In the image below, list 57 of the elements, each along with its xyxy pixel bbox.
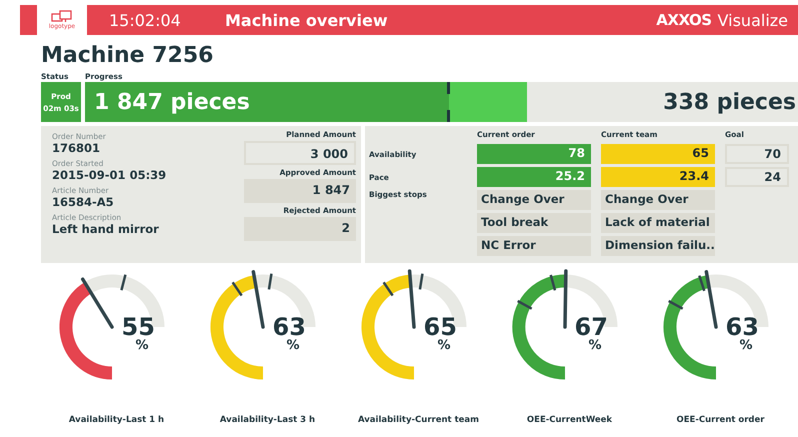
- gauge-label: Availability-Current team: [358, 415, 479, 425]
- amount-value: 3 000: [244, 141, 356, 165]
- goal-value: 24: [725, 167, 789, 187]
- field-value: Left hand mirror: [52, 222, 160, 236]
- gauge-value: 65: [424, 315, 457, 339]
- gauge-value: 63: [272, 315, 306, 339]
- field-value: 16584-A5: [52, 195, 115, 209]
- stop-reason: Dimension failu..: [601, 236, 715, 256]
- stop-reason: Change Over: [477, 190, 591, 210]
- gauge-needle: [80, 278, 114, 329]
- gauge-tick: [382, 282, 394, 296]
- gauge-needle: [407, 269, 416, 329]
- amount-value: 1 847: [244, 179, 356, 203]
- gauge-tick: [418, 273, 424, 290]
- kpi-value: 78: [477, 144, 591, 164]
- field-value: 176801: [52, 141, 102, 155]
- gauge-needle: [562, 269, 568, 329]
- gauge-label: OEE-CurrentWeek: [526, 415, 612, 425]
- gauge-value: 63: [726, 315, 759, 339]
- stop-reason: NC Error: [477, 236, 591, 256]
- gauge-value: 67: [574, 315, 608, 339]
- machine-title: Machine 7256: [41, 43, 214, 68]
- goal-value: 70: [725, 144, 789, 164]
- gauge-tick: [549, 274, 556, 291]
- gauge-tick: [231, 282, 242, 296]
- brand-name: AXXOS: [656, 11, 712, 29]
- stop-reason: Tool break: [477, 213, 591, 233]
- gauge-unit: %: [136, 339, 149, 352]
- gauge-label: Availability-Last 3 h: [220, 415, 316, 425]
- target-marker: [446, 82, 450, 122]
- gauge-tick: [267, 273, 272, 290]
- gauge-label: Availability-Last 1 h: [68, 415, 164, 425]
- gauge-unit: %: [286, 339, 300, 352]
- amount-value: 2: [244, 217, 356, 241]
- remaining-count: 338 pieces: [663, 90, 796, 114]
- product-name: Visualize: [718, 10, 788, 30]
- gauge-value: 55: [122, 315, 155, 339]
- gauge-unit: %: [740, 339, 753, 352]
- gauge-tick: [668, 300, 683, 310]
- clock-time: 15:02:04: [109, 10, 182, 30]
- gauge-tick: [698, 275, 705, 292]
- gauge-needle: [251, 270, 264, 329]
- stop-reason: Change Over: [601, 190, 715, 210]
- stop-reason: Lack of material: [601, 213, 715, 233]
- gauge-needle: [704, 270, 718, 329]
- gauge-unit: %: [588, 339, 602, 352]
- gauge-tick: [516, 300, 532, 310]
- kpi-value: 65: [601, 144, 715, 164]
- page-title: Machine overview: [225, 10, 388, 30]
- gauge-label: OEE-Current order: [676, 415, 764, 425]
- field-value: 2015-09-01 05:39: [52, 168, 168, 182]
- gauge-unit: %: [438, 339, 451, 352]
- gauge-tick: [120, 274, 126, 290]
- kpi-value: 23.4: [601, 167, 715, 187]
- produced-count: 1 847 pieces: [94, 90, 250, 114]
- monitor-icon: [51, 10, 73, 24]
- kpi-value: 25.2: [477, 167, 591, 187]
